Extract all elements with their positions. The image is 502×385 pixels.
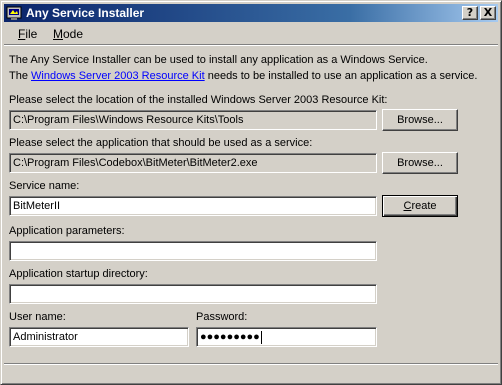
application-path-field: C:\Program Files\Codebox\BitMeter\BitMet…: [9, 153, 377, 173]
menu-file[interactable]: File: [18, 27, 37, 41]
app-icon: [6, 6, 22, 20]
application-label: Please select the application that shoul…: [9, 137, 313, 149]
app-params-input[interactable]: [9, 241, 377, 261]
title-bar[interactable]: Any Service Installer ? X: [4, 4, 498, 22]
resource-kit-label: Please select the location of the instal…: [9, 94, 388, 106]
create-button[interactable]: Create: [382, 195, 458, 217]
menu-mode[interactable]: Mode: [53, 27, 83, 41]
status-bar: [4, 363, 498, 383]
create-rest: reate: [411, 200, 437, 212]
intro-line-2: The Windows Server 2003 Resource Kit nee…: [9, 70, 477, 83]
browse-resource-kit-button[interactable]: Browse...: [382, 109, 458, 131]
resource-kit-link[interactable]: Windows Server 2003 Resource Kit: [31, 70, 205, 82]
browse-application-button[interactable]: Browse...: [382, 152, 458, 174]
menu-file-rest: ile: [25, 27, 38, 41]
window-title: Any Service Installer: [26, 6, 145, 20]
text-caret: [260, 331, 262, 344]
resource-kit-path-field: C:\Program Files\Windows Resource Kits\T…: [9, 110, 377, 130]
menu-mode-accel: M: [53, 27, 63, 41]
service-name-input[interactable]: BitMeterII: [9, 196, 377, 216]
app-params-label: Application parameters:: [9, 225, 125, 237]
menu-separator: [4, 44, 498, 46]
intro-line-1: The Any Service Installer can be used to…: [9, 54, 428, 66]
menu-bar: File Mode: [4, 24, 498, 43]
password-label: Password:: [196, 311, 248, 323]
password-input[interactable]: ●●●●●●●●●: [196, 327, 377, 347]
password-mask: ●●●●●●●●●: [200, 331, 260, 343]
startup-dir-input[interactable]: [9, 284, 377, 304]
service-name-label: Service name:: [9, 180, 80, 192]
menu-mode-rest: ode: [63, 27, 84, 41]
close-button[interactable]: X: [480, 6, 496, 20]
startup-dir-label: Application startup directory:: [9, 268, 148, 280]
intro-line-2-prefix: The: [9, 70, 32, 82]
user-name-label: User name:: [9, 311, 66, 323]
help-button[interactable]: ?: [462, 6, 478, 20]
main-window: Any Service Installer ? X File Mode The …: [0, 0, 502, 385]
user-name-input[interactable]: Administrator: [9, 327, 189, 347]
intro-line-2-suffix: needs to be installed to use an applicat…: [204, 70, 478, 82]
